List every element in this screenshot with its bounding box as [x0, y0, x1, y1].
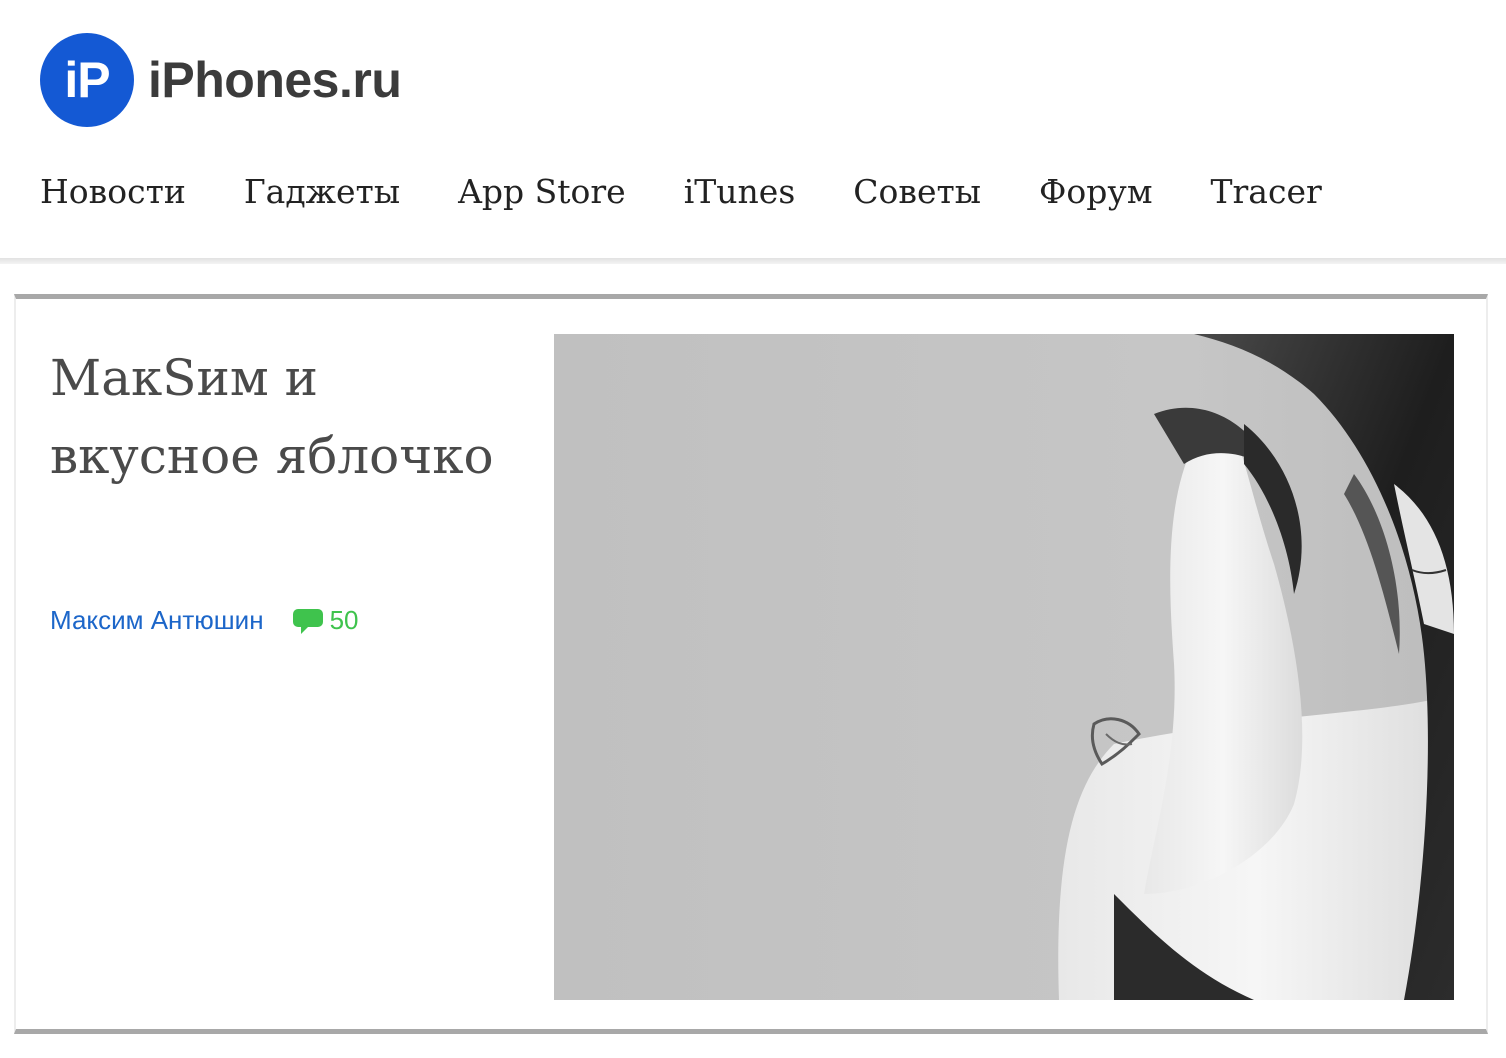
comments-count: 50 — [329, 605, 359, 635]
site-logo[interactable]: iP iPhones.ru — [40, 33, 402, 127]
article-image[interactable] — [554, 334, 1454, 1000]
logo-text: iPhones.ru — [148, 52, 402, 108]
photo-illustration — [554, 334, 1454, 1000]
comments-link[interactable]: 50 — [292, 605, 359, 636]
author-link[interactable]: Максим Антюшин — [50, 605, 264, 636]
nav-item-itunes[interactable]: iTunes — [684, 168, 796, 216]
article-meta: Максим Антюшин 50 — [50, 605, 358, 636]
logo-badge-icon: iP — [40, 33, 134, 127]
speech-bubble-icon — [292, 607, 324, 635]
nav-item-forum[interactable]: Форум — [1039, 168, 1152, 216]
nav-item-sovety[interactable]: Советы — [853, 168, 981, 216]
nav-item-app-store[interactable]: App Store — [458, 168, 626, 216]
article-card[interactable]: МакSим и вкусное яблочко Максим Антюшин … — [14, 294, 1488, 1034]
site-header: iP iPhones.ru Новости Гаджеты App Store … — [0, 0, 1506, 258]
header-divider — [0, 258, 1506, 264]
nav-item-novosti[interactable]: Новости — [40, 168, 186, 216]
article-title[interactable]: МакSим и вкусное яблочко — [50, 339, 520, 495]
nav-item-tracer[interactable]: Tracer — [1211, 168, 1322, 216]
main-nav: Новости Гаджеты App Store iTunes Советы … — [40, 168, 1380, 216]
nav-item-gadzhety[interactable]: Гаджеты — [244, 168, 400, 216]
